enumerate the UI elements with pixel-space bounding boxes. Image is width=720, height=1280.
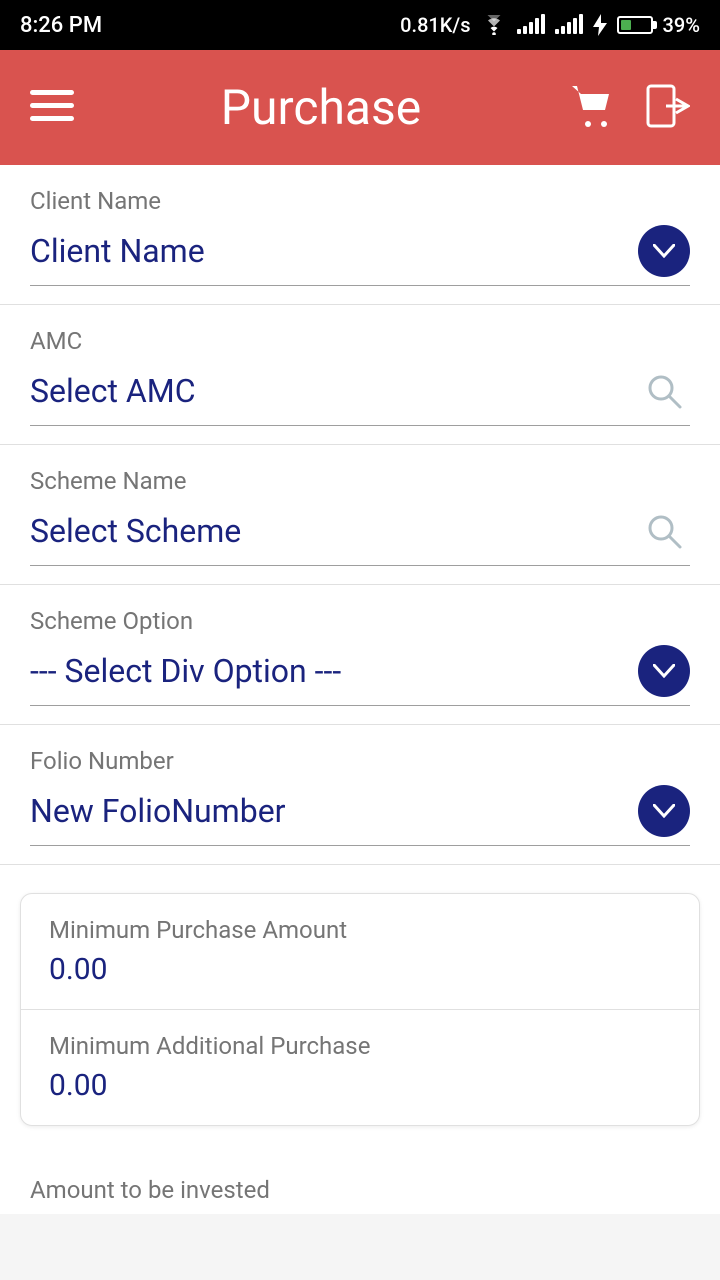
battery-icon [617,16,653,34]
scheme-name-label: Scheme Name [30,467,690,495]
network-speed: 0.81K/s [400,13,470,37]
amc-placeholder: Select AMC [30,372,196,410]
folio-number-value: New FolioNumber [30,792,286,830]
min-purchase-label: Minimum Purchase Amount [49,916,671,944]
signal-bars-1 [517,16,545,34]
client-name-dropdown[interactable]: Client Name [30,225,690,286]
folio-number-dropdown-btn[interactable] [638,785,690,837]
status-right: 0.81K/s [400,13,700,37]
cart-icon [568,84,616,128]
scheme-option-label: Scheme Option [30,607,690,635]
status-bar: 8:26 PM 0.81K/s [0,0,720,50]
min-purchase-row: Minimum Purchase Amount 0.00 [21,894,699,1010]
chevron-down-icon [653,244,675,258]
min-additional-label: Minimum Additional Purchase [49,1032,671,1060]
min-purchase-value: 0.00 [49,952,671,987]
client-name-field: Client Name Client Name [0,165,720,305]
app-header: Purchase [0,50,720,165]
wifi-icon [481,15,507,35]
time-display: 8:26 PM [20,13,102,38]
amount-label: Amount to be invested [30,1176,690,1204]
client-name-value: Client Name [30,232,205,270]
amc-label: AMC [30,327,690,355]
chevron-down-icon-3 [653,804,675,818]
signal-bars-2 [555,16,583,34]
scheme-option-field: Scheme Option --- Select Div Option --- [0,585,720,725]
hamburger-icon [30,90,74,122]
client-name-label: Client Name [30,187,690,215]
scheme-name-placeholder: Select Scheme [30,512,241,550]
charging-icon [593,14,607,36]
scheme-name-search[interactable]: Select Scheme [30,505,690,566]
folio-number-dropdown[interactable]: New FolioNumber [30,785,690,846]
header-icons [568,84,690,132]
form-content: Client Name Client Name AMC Select AMC S… [0,165,720,1214]
folio-number-field: Folio Number New FolioNumber [0,725,720,865]
battery-percent: 39% [663,13,700,37]
folio-number-label: Folio Number [30,747,690,775]
amc-search[interactable]: Select AMC [30,365,690,426]
min-additional-value: 0.00 [49,1068,671,1103]
cart-button[interactable] [568,84,616,132]
min-additional-row: Minimum Additional Purchase 0.00 [21,1010,699,1125]
client-name-dropdown-btn[interactable] [638,225,690,277]
scheme-name-field: Scheme Name Select Scheme [0,445,720,585]
page-title: Purchase [221,79,421,136]
amount-field: Amount to be invested [0,1154,720,1214]
logout-button[interactable] [646,84,690,132]
amc-field: AMC Select AMC [0,305,720,445]
info-card: Minimum Purchase Amount 0.00 Minimum Add… [20,893,700,1126]
amc-search-btn[interactable] [638,365,690,417]
scheme-option-value: --- Select Div Option --- [30,652,341,690]
scheme-option-dropdown-btn[interactable] [638,645,690,697]
scheme-option-dropdown[interactable]: --- Select Div Option --- [30,645,690,706]
search-icon-2 [644,511,684,551]
search-icon [644,371,684,411]
hamburger-button[interactable] [30,90,74,126]
scheme-search-btn[interactable] [638,505,690,557]
chevron-down-icon-2 [653,664,675,678]
logout-icon [646,84,690,128]
